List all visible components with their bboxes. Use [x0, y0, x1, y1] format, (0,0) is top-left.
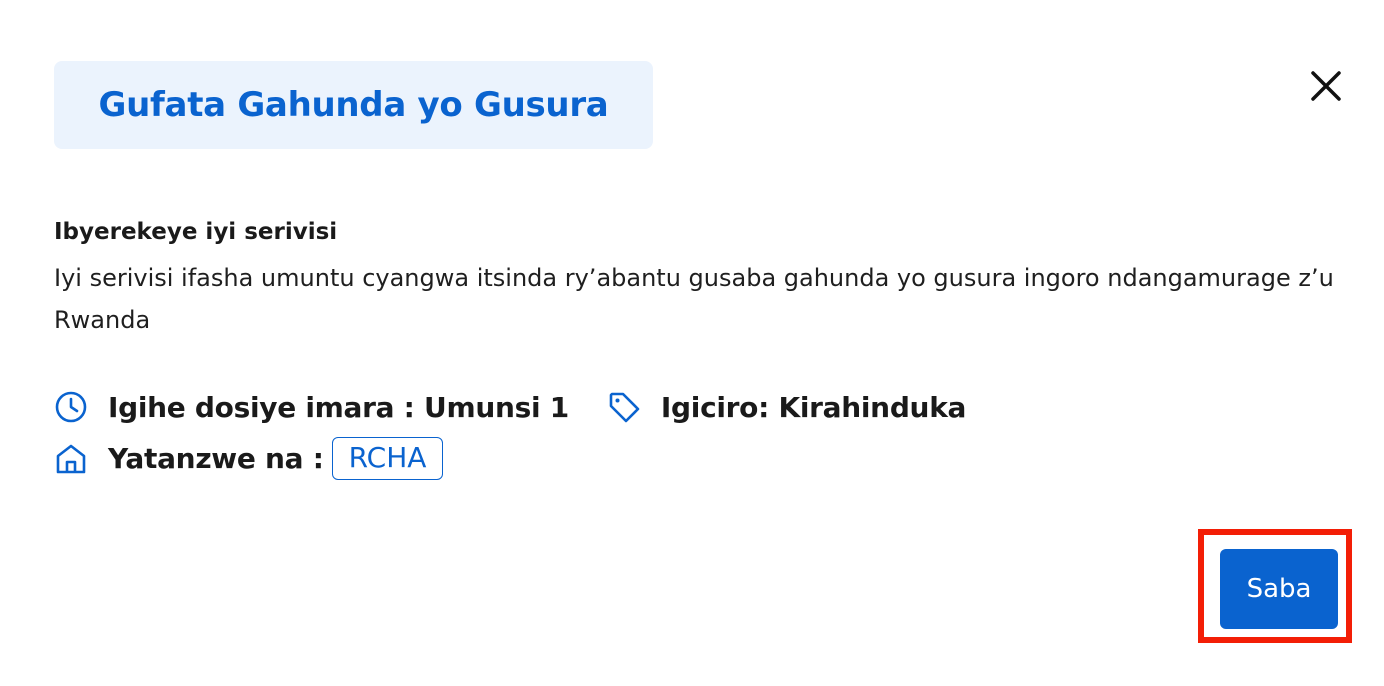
processing-time: Igihe dosiye imara : Umunsi 1: [108, 390, 569, 424]
meta-row-time-price: Igihe dosiye imara : Umunsi 1 Igiciro: K…: [54, 390, 966, 424]
meta-row-provider: Yatanzwe na : RCHA: [54, 437, 444, 480]
service-modal: Gufata Gahunda yo Gusura Ibyerekeye iyi …: [0, 0, 1384, 686]
tag-icon: [607, 390, 641, 424]
clock-icon: [54, 390, 88, 424]
provider-badge[interactable]: RCHA: [331, 437, 444, 480]
close-icon: [1309, 69, 1343, 107]
about-description: Iyi serivisi ifasha umuntu cyangwa itsin…: [54, 264, 1334, 334]
apply-button[interactable]: Saba: [1220, 549, 1338, 629]
modal-title: Gufata Gahunda yo Gusura: [98, 85, 609, 125]
price: Igiciro: Kirahinduka: [660, 390, 967, 424]
home-icon: [54, 442, 88, 476]
about-heading: Ibyerekeye iyi serivisi: [54, 219, 338, 245]
provider-label: Yatanzwe na :: [108, 442, 324, 475]
title-banner: Gufata Gahunda yo Gusura: [54, 61, 653, 149]
close-button[interactable]: [1304, 66, 1348, 110]
